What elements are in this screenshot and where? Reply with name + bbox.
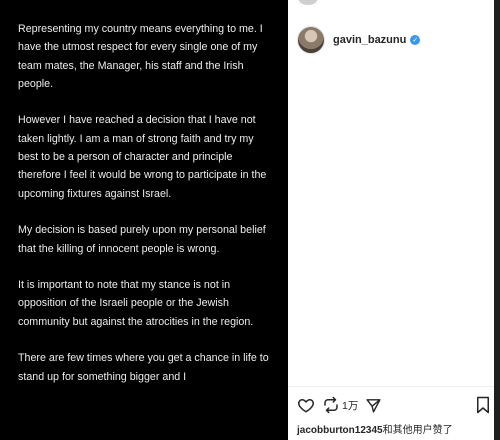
post-paragraph: However I have reached a decision that I… <box>18 114 267 200</box>
post-statement: Representing my country means everything… <box>18 20 270 404</box>
divider <box>288 386 494 387</box>
window-edge <box>494 0 500 440</box>
save-button[interactable] <box>475 394 491 416</box>
send-icon <box>366 398 381 413</box>
liked-by-user-link[interactable]: jacobburton12345 <box>297 425 383 436</box>
heart-icon <box>298 399 314 413</box>
post-paragraph: Representing my country means everything… <box>18 23 263 90</box>
post-paragraph: My decision is based purely upon my pers… <box>18 224 266 255</box>
post-image: Representing my country means everything… <box>0 0 288 440</box>
share-button[interactable]: 1万 <box>322 394 358 416</box>
post-paragraph: There are few times where you get a chan… <box>18 352 269 383</box>
liked-by-suffix[interactable]: 和其他用户赞了 <box>383 425 453 436</box>
send-button[interactable] <box>365 394 382 416</box>
share-icon <box>324 396 338 414</box>
share-count: 1万 <box>342 399 359 412</box>
like-button[interactable] <box>297 394 315 416</box>
post-sidebar: gavin_bazunu ✓ 1万 jacobburton12345和其他用户赞… <box>288 0 500 440</box>
bookmark-icon <box>477 396 489 414</box>
username-link[interactable]: gavin_bazunu <box>333 34 406 46</box>
avatar[interactable] <box>297 26 325 54</box>
previous-comment-avatar <box>298 0 318 5</box>
verified-badge-icon: ✓ <box>410 35 421 45</box>
action-bar: 1万 <box>297 394 491 416</box>
post-paragraph: It is important to note that my stance i… <box>18 279 254 328</box>
post-header: gavin_bazunu ✓ <box>297 24 421 56</box>
liked-by-text: jacobburton12345和其他用户赞了 <box>297 421 453 436</box>
